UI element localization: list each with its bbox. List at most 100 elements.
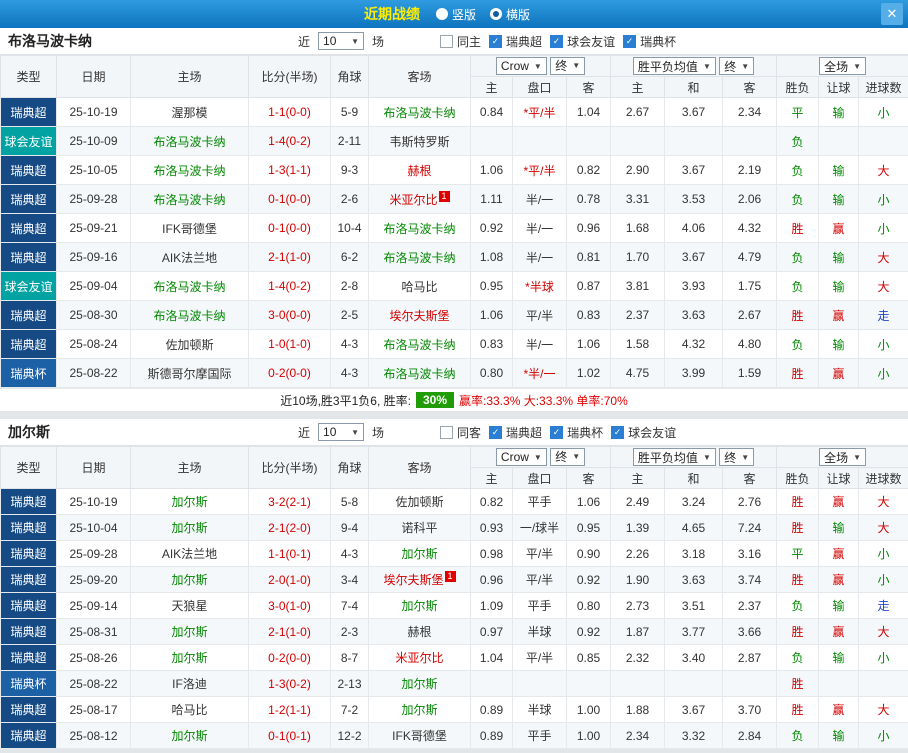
competition-checkbox[interactable]: ✓ 瑞典超 — [489, 424, 542, 441]
checkbox-label: 瑞典超 — [506, 425, 543, 440]
team-name-text: 加尔斯 — [171, 573, 208, 587]
competition-checkbox[interactable]: ✓ 球会友谊 — [611, 424, 676, 441]
home-team: 佐加顿斯 — [130, 329, 249, 359]
avg-away-win: 2.84 — [722, 722, 778, 749]
handicap-result: 赢 — [818, 213, 860, 243]
col-type: 类型 — [0, 446, 57, 489]
home-team: 加尔斯 — [130, 514, 249, 541]
goals-result: 小 — [858, 329, 908, 359]
handicap-result: 输 — [818, 184, 860, 214]
odds-home: 0.93 — [470, 514, 513, 541]
away-team: 布洛马波卡纳 — [368, 213, 471, 243]
odds-group-header: Crow ▼ 终 ▼ — [469, 55, 612, 77]
close-button[interactable]: ✕ — [881, 3, 903, 25]
full-group-header: 全场 ▼ — [776, 55, 908, 77]
away-team: 佐加顿斯 — [368, 488, 471, 515]
goals-result: 小 — [858, 566, 908, 593]
avg-home-win: 2.37 — [610, 300, 666, 330]
checkbox-label: 球会友谊 — [567, 34, 616, 49]
match-row: 瑞典超 25-08-31 加尔斯 2-1(1-0) 2-3 赫根 0.97 半球 0.92 1.8… — [0, 618, 908, 645]
filter-bar: 近 10 ▼ 场同主 ✓ 瑞典超 ✓ 球会友谊 ✓ 瑞典杯 — [298, 28, 676, 54]
match-row: 球会友谊 25-10-09 布洛马波卡纳 1-4(0-2) 2-11 韦斯特罗斯 负 — [0, 126, 908, 156]
scope-select[interactable]: 全场 ▼ — [819, 57, 867, 75]
team-name-text: 赫根 — [407, 163, 432, 178]
col-date: 日期 — [56, 55, 131, 98]
match-count-value: 10 — [323, 425, 337, 439]
odds-home: 0.92 — [470, 213, 513, 243]
odds-away: 1.02 — [565, 358, 612, 388]
corner-score: 3-4 — [330, 566, 369, 593]
same-venue-checkbox[interactable]: 同主 — [440, 33, 481, 50]
bookmaker-select[interactable]: Crow ▼ — [495, 448, 547, 467]
match-count-select[interactable]: 10 ▼ — [318, 423, 365, 441]
avg-final-select[interactable]: 终 ▼ — [719, 57, 755, 75]
odds-home: 1.11 — [470, 184, 513, 214]
team-name-text: 米亚尔比 — [395, 651, 444, 665]
titlebar: 近期战绩 竖版 横版 ✕ — [0, 0, 908, 28]
odds-final-select[interactable]: 终 ▼ — [550, 447, 586, 466]
match-row: 瑞典超 25-08-24 佐加顿斯 1-0(1-0) 4-3 布洛马波卡纳 0.83 半/一 1… — [0, 329, 908, 359]
match-date: 25-10-19 — [56, 488, 131, 515]
handicap-result: 输 — [818, 329, 860, 359]
scope-select[interactable]: 全场 ▼ — [819, 448, 867, 466]
avg-away-win: 1.75 — [722, 271, 778, 301]
team-name-text: 埃尔夫斯堡 — [389, 308, 450, 323]
team-name-text: 布洛马波卡纳 — [153, 308, 226, 323]
corner-score: 4-3 — [330, 329, 369, 359]
match-row: 瑞典超 25-10-05 布洛马波卡纳 1-3(1-1) 9-3 赫根 1.06 *平/半 0.… — [0, 155, 908, 185]
odds-away: 0.81 — [565, 242, 612, 272]
odds-final-select[interactable]: 终 ▼ — [550, 56, 586, 75]
chevron-down-icon: ▼ — [572, 452, 581, 462]
avg-group-header: 胜平负均值 ▼ 终 ▼ — [610, 55, 778, 77]
team-name-text: 布洛马波卡纳 — [383, 250, 456, 265]
competition-badge: 球会友谊 — [0, 271, 57, 301]
handicap — [512, 670, 567, 697]
competition-badge: 瑞典超 — [0, 644, 57, 671]
odds-away: 0.82 — [565, 155, 612, 185]
team-name-text: 加尔斯 — [401, 547, 438, 561]
odds-home: 0.96 — [470, 566, 513, 593]
match-count-select[interactable]: 10 ▼ — [318, 32, 365, 50]
avg-final-select[interactable]: 终 ▼ — [719, 448, 755, 466]
corner-score: 4-3 — [330, 358, 369, 388]
avg-select[interactable]: 胜平负均值 ▼ — [632, 57, 716, 75]
goals-result: 大 — [858, 488, 908, 515]
odds-home: 1.06 — [470, 300, 513, 330]
handicap: *平/半 — [512, 155, 567, 185]
avg-select[interactable]: 胜平负均值 ▼ — [632, 448, 716, 466]
handicap-result: 输 — [818, 155, 860, 185]
competition-badge: 瑞典超 — [0, 488, 57, 515]
home-team: 哈马比 — [130, 696, 249, 723]
checkbox-label: 同客 — [457, 425, 482, 440]
away-team: 米亚尔比 — [368, 644, 471, 671]
odds-home — [470, 126, 513, 156]
avg-draw: 3.53 — [664, 184, 724, 214]
match-row: 瑞典超 25-09-16 AIK法兰地 2-1(1-0) 6-2 布洛马波卡纳 1.08 半/… — [0, 242, 908, 272]
competition-checkbox[interactable]: ✓ 瑞典超 — [489, 33, 542, 50]
odds-home: 0.97 — [470, 618, 513, 645]
competition-checkbox[interactable]: ✓ 瑞典杯 — [623, 33, 676, 50]
home-team: IFK哥德堡 — [130, 213, 249, 243]
odds-away: 0.92 — [565, 566, 612, 593]
away-team: 赫根 — [368, 618, 471, 645]
goals-result: 小 — [858, 722, 908, 749]
same-venue-checkbox[interactable]: 同客 — [440, 424, 481, 441]
away-team: 米亚尔比 1 — [368, 184, 471, 214]
handicap: 平手 — [512, 488, 567, 515]
bookmaker-select[interactable]: Crow ▼ — [495, 57, 547, 76]
corner-score: 6-2 — [330, 242, 369, 272]
handicap — [512, 126, 567, 156]
match-date: 25-08-12 — [56, 722, 131, 749]
competition-badge: 瑞典超 — [0, 540, 57, 567]
handicap-result — [818, 670, 860, 697]
corner-score: 2-8 — [330, 271, 369, 301]
layout-radio-vertical[interactable]: 竖版 — [435, 6, 476, 23]
match-row: 球会友谊 25-09-04 布洛马波卡纳 1-4(0-2) 2-8 哈马比 0.95 *半球 0… — [0, 271, 908, 301]
layout-radio-horizontal[interactable]: 横版 — [490, 6, 530, 23]
away-team: 加尔斯 — [368, 696, 471, 723]
competition-checkbox[interactable]: ✓ 瑞典杯 — [550, 424, 603, 441]
competition-checkbox[interactable]: ✓ 球会友谊 — [550, 33, 615, 50]
result: 胜 — [776, 300, 820, 330]
col-avg-away: 客 — [722, 467, 778, 489]
col-away: 客场 — [368, 55, 471, 98]
